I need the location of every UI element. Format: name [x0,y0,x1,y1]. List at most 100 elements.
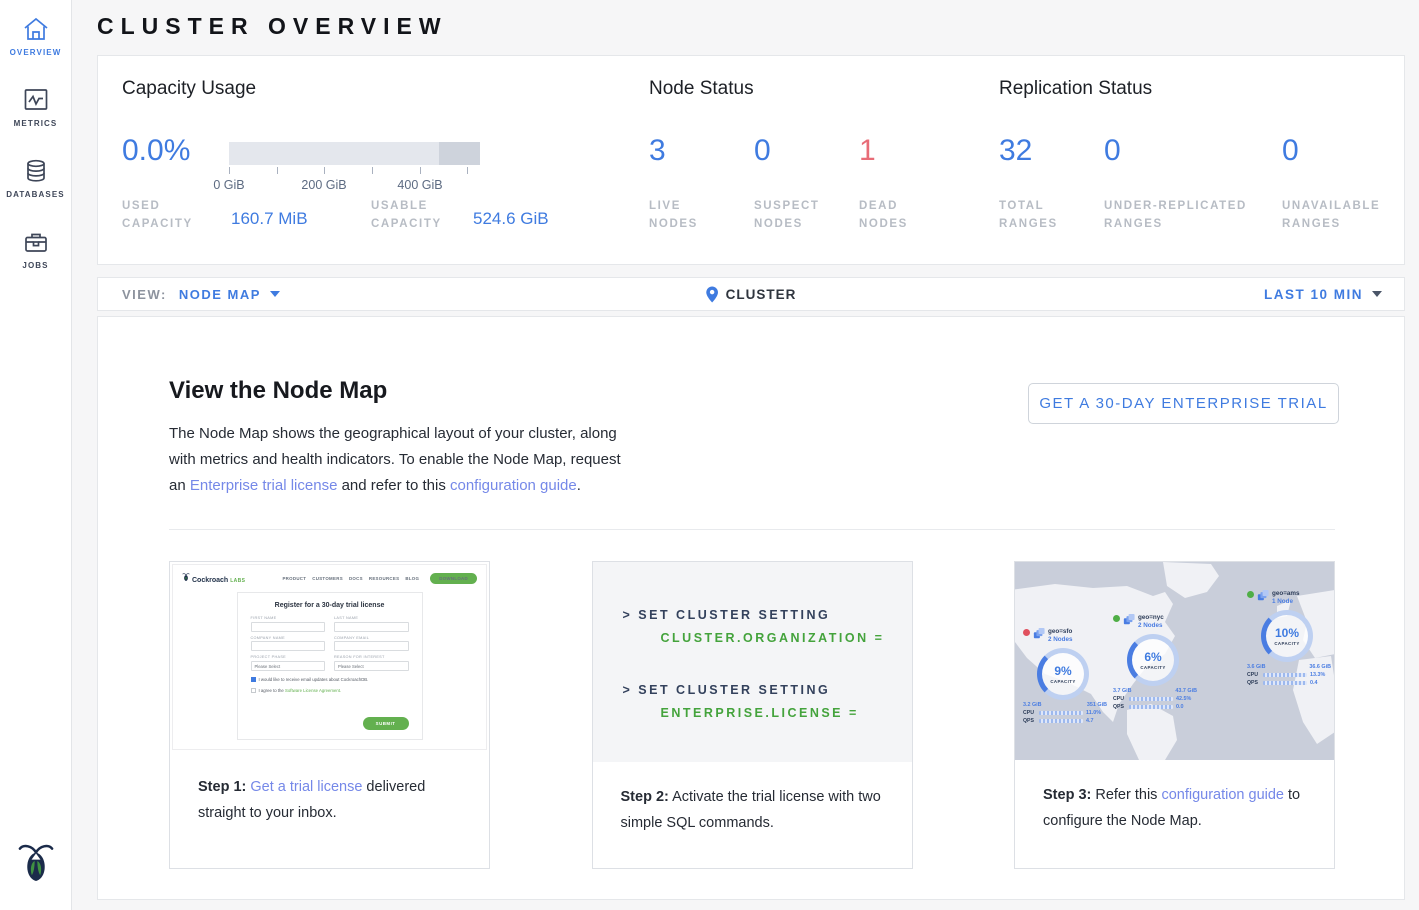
qps-value: 0.0 [1176,704,1184,710]
tick-label-200: 200 GiB [301,178,346,192]
capacity-ring-gauge: 9% CAPACITY [1037,648,1089,700]
sidebar-item-overview[interactable]: OVERVIEW [0,16,71,57]
configuration-guide-link[interactable]: configuration guide [450,477,577,494]
total-gib: 43.7 GiB [1175,688,1197,694]
checkbox-icon [251,688,256,693]
capacity-percent: 10% [1275,626,1299,640]
get-trial-button[interactable]: GET A 30-DAY ENTERPRISE TRIAL [1028,383,1339,424]
qps-value: 4.7 [1086,718,1094,724]
cpu-bar [1263,673,1307,677]
metrics-icon [22,87,50,113]
capacity-gauge-reserved-segment [439,142,480,165]
step2-card: > SET CLUSTER SETTING CLUSTER.ORGANIZATI… [592,561,913,869]
brand-name: Cockroach [192,577,228,584]
time-range-dropdown[interactable]: LAST 10 MIN [1264,287,1382,302]
total-ranges-label: TOTAL RANGES [999,197,1079,233]
under-replicated-label: UNDER-REPLICATED RANGES [1104,197,1264,233]
description-text: . [577,477,581,494]
step1-label: Step 1: [198,779,246,795]
node-cube-icon [1123,614,1135,626]
nav-resources: RESOURCES [369,576,400,581]
node-count: 2 Nodes [1048,636,1073,644]
node-map-preview: geo=sfo2 Nodes 9% CAPACITY 3.2 GiB351 Gi… [1015,562,1334,760]
sidebar-item-label: JOBS [22,261,48,270]
capacity-label: CAPACITY [1140,665,1165,670]
sidebar-item-jobs[interactable]: JOBS [0,229,71,270]
step2-caption: Step 2: Activate the trial license with … [593,762,912,836]
field-label: PROJECT PHASE [251,655,326,659]
node-map-heading: View the Node Map [169,377,387,405]
capacity-label: CAPACITY [1050,679,1075,684]
node-cube-icon [1257,590,1269,602]
first-name-input [251,622,326,632]
field-label: REASON FOR INTEREST [334,655,409,659]
cockroachdb-logo [17,841,55,888]
field-label: FIRST NAME [251,616,326,620]
configuration-guide-link[interactable]: configuration guide [1161,787,1284,803]
cpu-value: 42.5% [1176,696,1191,702]
reason-select: Please Select [334,661,409,671]
capacity-label: CAPACITY [1274,641,1299,646]
sidebar-item-label: METRICS [14,119,58,128]
time-range-value: LAST 10 MIN [1264,287,1363,302]
capacity-ring-gauge: 10% CAPACITY [1261,610,1313,662]
qps-bar [1039,719,1083,723]
project-phase-select: Please Select [251,661,326,671]
replication-status-title: Replication Status [999,78,1152,100]
node-map-panel: View the Node Map The Node Map shows the… [97,316,1405,900]
sql-code-block: > SET CLUSTER SETTING CLUSTER.ORGANIZATI… [593,562,912,762]
capacity-gauge-ticks [229,167,480,175]
nav-customers: CUSTOMERS [312,576,343,581]
unavailable-value: 0 [1282,134,1299,168]
qps-bar [1263,681,1307,685]
node-count: 1 Node [1272,598,1299,606]
used-gib: 3.7 GiB [1113,688,1132,694]
total-ranges-value: 32 [999,134,1032,168]
live-nodes-value: 3 [649,134,666,168]
sidebar-item-label: DATABASES [6,190,65,199]
view-selector-dropdown[interactable]: NODE MAP [179,287,280,302]
cockroach-labs-brand: Cockroach LABS [182,572,245,584]
step1-card: Cockroach LABS PRODUCT CUSTOMERS DOCS RE… [169,561,490,869]
sql-prompt-line: > SET CLUSTER SETTING [623,608,912,622]
minisite-header: Cockroach LABS PRODUCT CUSTOMERS DOCS RE… [173,565,486,584]
sidebar: OVERVIEW METRICS DATABASES JOBS [0,0,72,910]
field-label: LAST NAME [334,616,409,620]
capacity-usage-title: Capacity Usage [122,78,256,100]
registration-site-thumbnail: Cockroach LABS PRODUCT CUSTOMERS DOCS RE… [172,564,487,750]
chevron-down-icon [1372,291,1382,297]
capacity-percent: 6% [1144,650,1161,664]
qps-bar [1129,705,1173,709]
sidebar-item-databases[interactable]: DATABASES [0,158,71,199]
email-updates-checkbox-row: I would like to receive email updates ab… [251,677,409,682]
node-cube-icon [1033,628,1045,640]
view-label: VIEW: [122,287,167,302]
node-badge-sfo: geo=sfo2 Nodes 9% CAPACITY 3.2 GiB351 Gi… [1023,628,1107,724]
minisite-nav: PRODUCT CUSTOMERS DOCS RESOURCES BLOG DO… [282,573,477,584]
app-root: OVERVIEW METRICS DATABASES JOBS [0,0,1419,910]
get-trial-license-link[interactable]: Get a trial license [250,779,362,795]
region-label: geo=ams [1272,590,1299,598]
qps-label: QPS [1023,718,1036,724]
field-label: COMPANY EMAIL [334,636,409,640]
sql-prompt-line: > SET CLUSTER SETTING [623,683,912,697]
company-name-input [251,641,326,651]
cpu-label: CPU [1023,710,1036,716]
checkbox-label: I would like to receive email updates ab… [259,677,369,682]
cpu-label: CPU [1247,672,1260,678]
sidebar-item-metrics[interactable]: METRICS [0,87,71,128]
enterprise-trial-license-link[interactable]: Enterprise trial license [190,477,338,494]
step2-label: Step 2: [621,789,669,805]
chevron-down-icon [270,291,280,297]
total-gib: 351 GiB [1087,702,1107,708]
cpu-bar [1039,711,1083,715]
dead-nodes-label: DEAD NODES [859,197,939,233]
under-replicated-value: 0 [1104,134,1121,168]
step3-caption: Step 3: Refer this configuration guide t… [1015,760,1334,834]
node-live-dot [1113,615,1120,622]
step3-label: Step 3: [1043,787,1091,803]
form-title: Register for a 30-day trial license [251,602,409,609]
cpu-value: 13.3% [1310,672,1325,678]
usable-capacity-label: USABLE CAPACITY [371,197,463,233]
databases-icon [22,158,50,184]
